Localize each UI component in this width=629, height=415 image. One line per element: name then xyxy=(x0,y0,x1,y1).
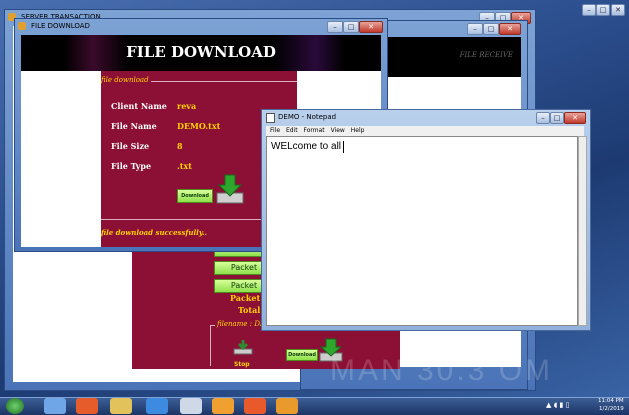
notepad-window: DEMO - Notepad – □ ✕ File Edit Format Vi… xyxy=(261,109,591,331)
download-titlebar: FILE DOWNLOAD – □ ✕ xyxy=(15,19,387,33)
stop-label: Stop xyxy=(234,361,250,368)
outer-maximize-button[interactable]: □ xyxy=(596,4,610,16)
file-name-value: DEMO.txt xyxy=(177,121,221,131)
download-heading: FILE DOWNLOAD xyxy=(126,43,276,61)
receive-maximize-button[interactable]: □ xyxy=(483,23,499,35)
download-status: file download successfully.. xyxy=(101,228,207,237)
taskbar-item[interactable] xyxy=(276,398,298,414)
taskbar-item[interactable] xyxy=(76,398,98,414)
tray-icons[interactable]: ▲ ◖ ▮ ▯ xyxy=(546,401,588,411)
taskbar-item[interactable] xyxy=(212,398,234,414)
notepad-menubar: File Edit Format View Help xyxy=(266,126,584,136)
server-download-button[interactable]: Download xyxy=(286,349,318,361)
notepad-text-area[interactable]: WELcome to all xyxy=(266,136,578,326)
notepad-content: WELcome to all xyxy=(271,141,342,152)
notepad-icon xyxy=(266,113,275,123)
watermark: MAN 30.3 OM xyxy=(330,354,554,387)
start-button[interactable] xyxy=(6,398,24,414)
notepad-minimize-button[interactable]: – xyxy=(536,112,550,124)
menu-view[interactable]: View xyxy=(331,127,345,134)
download-minimize-button[interactable]: – xyxy=(327,21,343,33)
download-maximize-button[interactable]: □ xyxy=(343,21,359,33)
download-button[interactable]: Download xyxy=(177,189,213,203)
file-size-value: 8 xyxy=(177,141,183,151)
clock-time: 11:04 PM xyxy=(598,398,624,404)
outer-minimize-button[interactable]: – xyxy=(582,4,596,16)
outer-window-controls: – □ ✕ xyxy=(582,2,626,16)
download-icon xyxy=(215,173,245,205)
clock-date: 1/2/2019 xyxy=(599,406,624,412)
menu-format[interactable]: Format xyxy=(304,127,325,134)
receive-minimize-button[interactable]: – xyxy=(467,23,483,35)
notepad-scrollbar[interactable] xyxy=(578,136,587,326)
file-type-value: .txt xyxy=(177,161,192,171)
menu-file[interactable]: File xyxy=(270,127,280,134)
download-app-icon xyxy=(18,22,26,30)
file-download-group-label: file download xyxy=(101,76,151,84)
download-close-button[interactable]: ✕ xyxy=(359,21,383,33)
menu-edit[interactable]: Edit xyxy=(286,127,298,134)
client-name-value: reva xyxy=(177,101,197,111)
text-cursor xyxy=(343,141,344,153)
receive-close-button[interactable]: ✕ xyxy=(499,23,521,35)
download-heading-bar: FILE DOWNLOAD xyxy=(21,35,381,71)
download-window-title: FILE DOWNLOAD xyxy=(31,22,90,30)
receive-header-text: FILE RECEIVE xyxy=(459,51,513,59)
file-name-label: File Name xyxy=(111,121,157,131)
stop-icon[interactable] xyxy=(232,339,254,355)
client-name-label: Client Name xyxy=(111,101,167,111)
taskbar-item[interactable] xyxy=(244,398,266,414)
notepad-title: DEMO - Notepad xyxy=(278,113,337,121)
file-size-label: File Size xyxy=(111,141,150,151)
notepad-titlebar: DEMO - Notepad – □ ✕ xyxy=(262,110,590,124)
outer-close-button[interactable]: ✕ xyxy=(611,4,625,16)
notepad-maximize-button[interactable]: □ xyxy=(550,112,564,124)
menu-help[interactable]: Help xyxy=(351,127,365,134)
taskbar-item[interactable] xyxy=(180,398,202,414)
taskbar-item[interactable] xyxy=(44,398,66,414)
taskbar-item[interactable] xyxy=(110,398,132,414)
taskbar-item[interactable] xyxy=(146,398,168,414)
file-type-label: File Type xyxy=(111,161,152,171)
notepad-close-button[interactable]: ✕ xyxy=(564,112,586,124)
